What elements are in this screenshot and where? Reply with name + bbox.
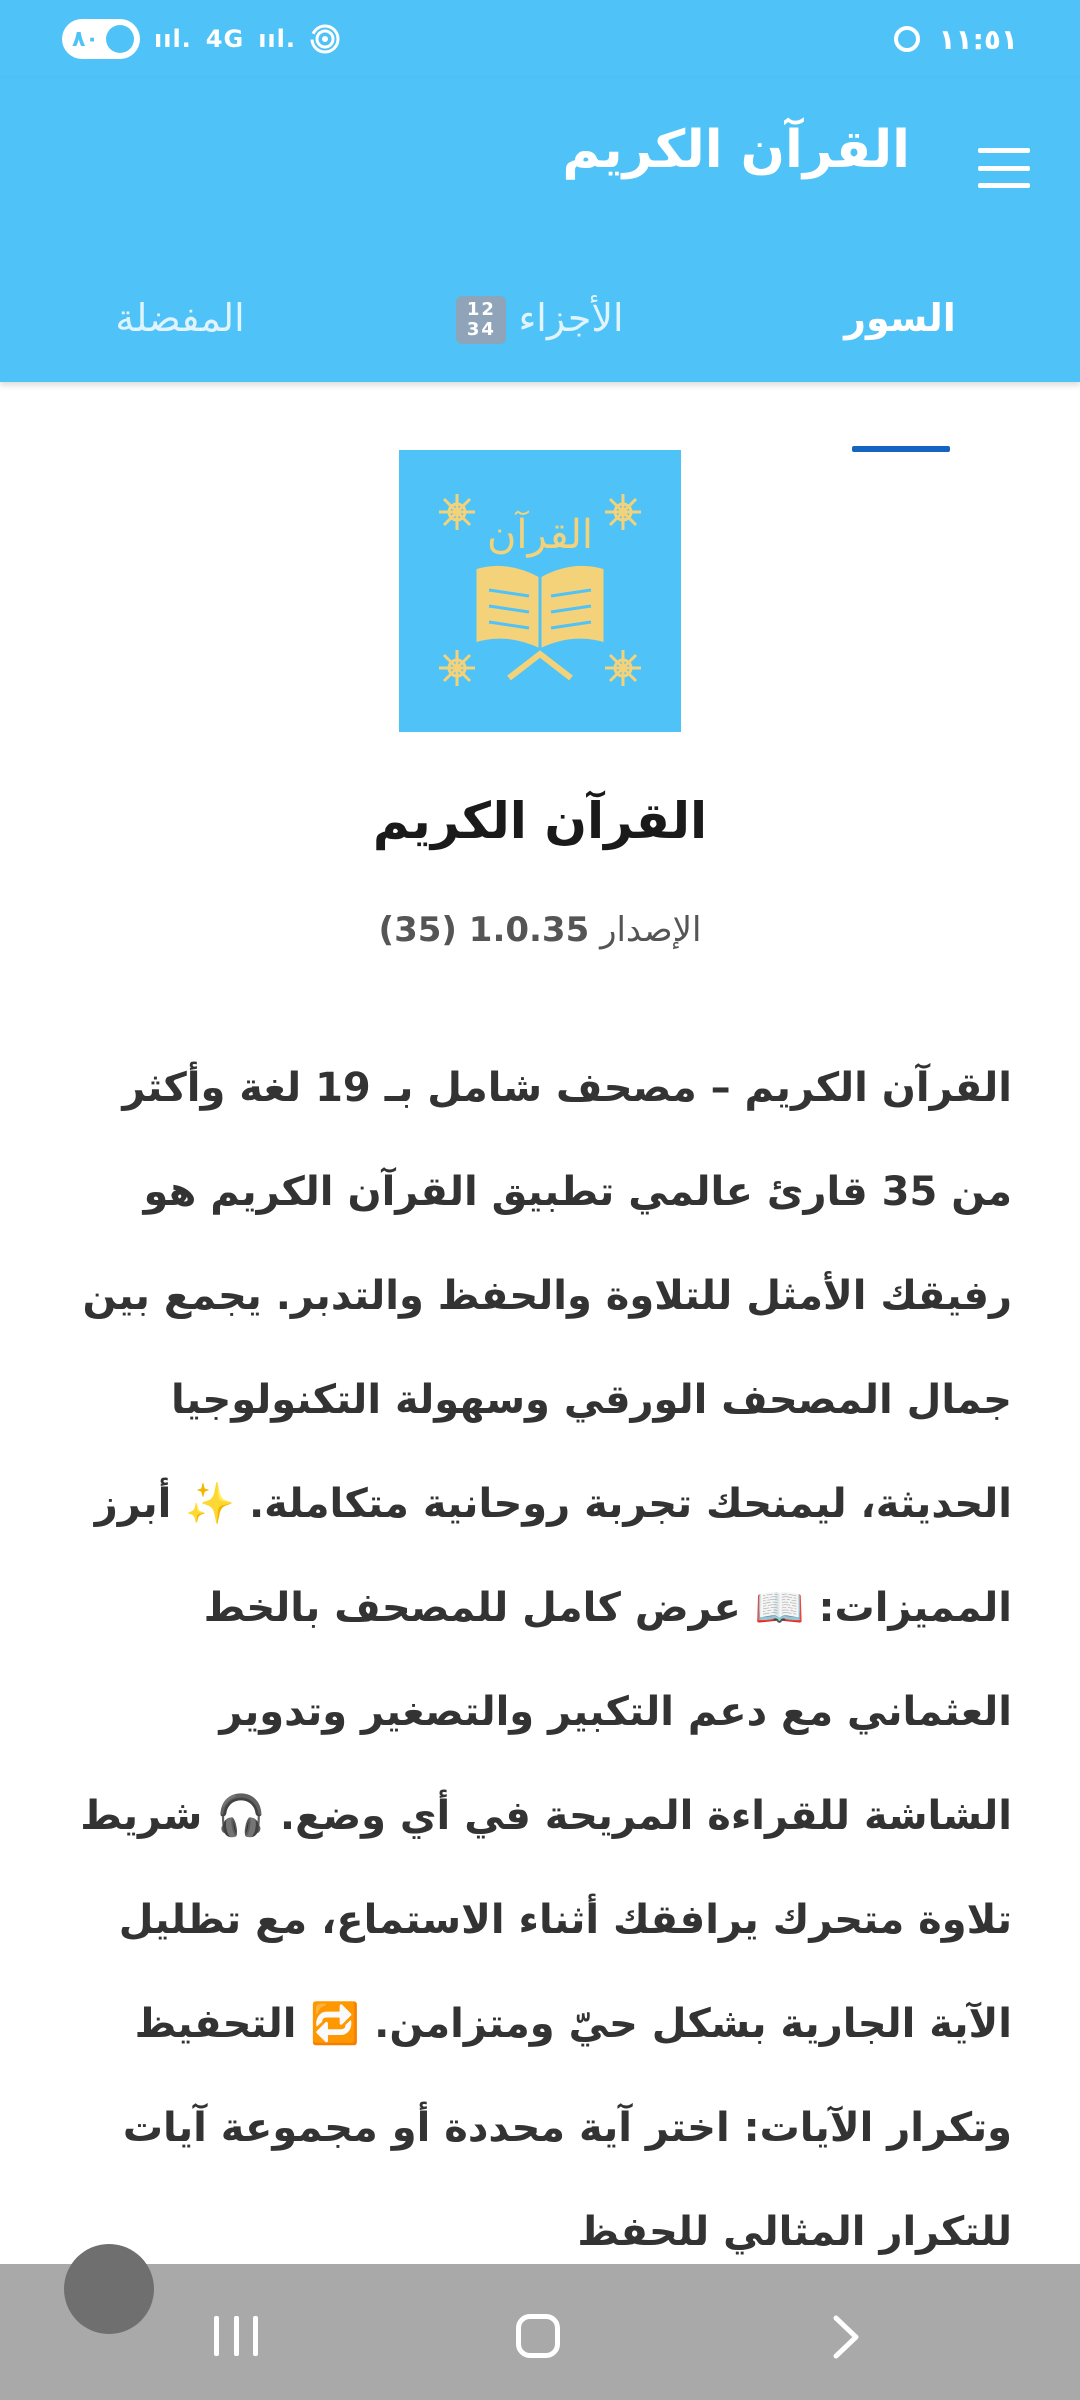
page-title: القرآن الكريم [562,120,910,180]
version-info: الإصدار 1.0.35 (35) [0,910,1080,950]
status-right-group: ١١:٥١ [894,18,1018,60]
hotspot-icon [310,24,340,54]
version-label: الإصدار [600,910,702,950]
home-icon[interactable] [516,2314,560,2358]
tab-juz-label: الأجزاء [518,296,624,340]
numbers-icon: 12 34 [456,296,507,344]
status-bar: ٨٠ ııl. 4G ııl. ١١:٥١ [0,0,1080,78]
status-left-group: ٨٠ ııl. 4G ııl. [62,18,340,60]
app-name: القرآن الكريم [372,792,708,850]
battery-level: ٨٠ [72,26,99,52]
tab-surahs[interactable]: السور [720,268,1080,382]
tab-bar: السور الأجزاء 12 34 المفضلة [0,268,1080,452]
signal-icon: ııl. [154,25,192,53]
system-nav-bar [0,2264,1080,2400]
tab-juz[interactable]: الأجزاء 12 34 [360,268,720,382]
recents-icon[interactable] [214,2316,258,2356]
alarm-icon [894,26,921,52]
app-description: القرآن الكريم – مصحف شامل بـ 19 لغة وأكث… [80,1065,1012,2255]
about-content: القرآن القرآن الكريم الإصدار 1.0.35 (35)… [0,382,1080,2264]
battery-icon: ٨٠ [62,19,140,59]
tab-favorites-label: المفضلة [115,296,245,340]
app-logo: القرآن [399,450,681,732]
hamburger-menu-icon[interactable] [978,148,1030,188]
signal-icon-2: ııl. [258,25,296,53]
tab-surahs-label: السور [844,296,956,340]
clock: ١١:٥١ [938,22,1018,56]
back-icon[interactable] [820,2312,870,2362]
version-value: 1.0.35 (35) [378,910,590,950]
network-type: 4G [205,25,245,53]
assistive-touch-button[interactable] [64,2244,154,2334]
battery-saver-dot [106,25,134,53]
app-bar: القرآن الكريم السور الأجزاء 12 34 المفضلة [0,78,1080,452]
tab-favorites[interactable]: المفضلة [0,268,360,382]
logo-text: القرآن [487,510,593,558]
